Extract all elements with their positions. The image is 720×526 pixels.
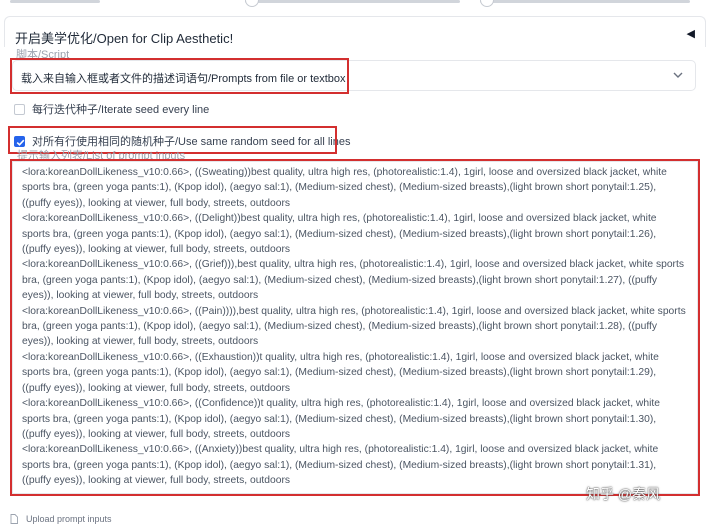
triangle-left-icon[interactable]: ◀ [687,27,695,40]
slider-track [10,0,100,3]
iterate-seed-checkbox[interactable] [14,103,25,115]
accordion-title: 开启美学优化/Open for Clip Aesthetic! [15,31,234,46]
slider-handle[interactable] [245,0,259,7]
upload-label: Upload prompt inputs [26,514,112,524]
slider-strip [0,0,720,12]
clip-aesthetic-accordion[interactable]: 开启美学优化/Open for Clip Aesthetic! ◀ [4,16,706,47]
upload-prompt-inputs[interactable]: Upload prompt inputs [10,514,112,524]
slider-track [480,0,690,3]
slider-handle[interactable] [480,0,494,7]
slider-track [245,0,460,3]
highlight-box [10,58,349,94]
iterate-seed-label: 每行迭代种子/Iterate seed every line [32,104,210,116]
iterate-seed-option[interactable]: 每行迭代种子/Iterate seed every line [14,101,209,117]
chevron-down-icon [673,72,683,78]
file-icon [10,514,18,524]
highlight-box [10,159,700,496]
watermark: 知乎 @秦风 [586,486,661,502]
script-settings-view: 开启美学优化/Open for Clip Aesthetic! ◀ 脚本/Scr… [0,0,720,526]
